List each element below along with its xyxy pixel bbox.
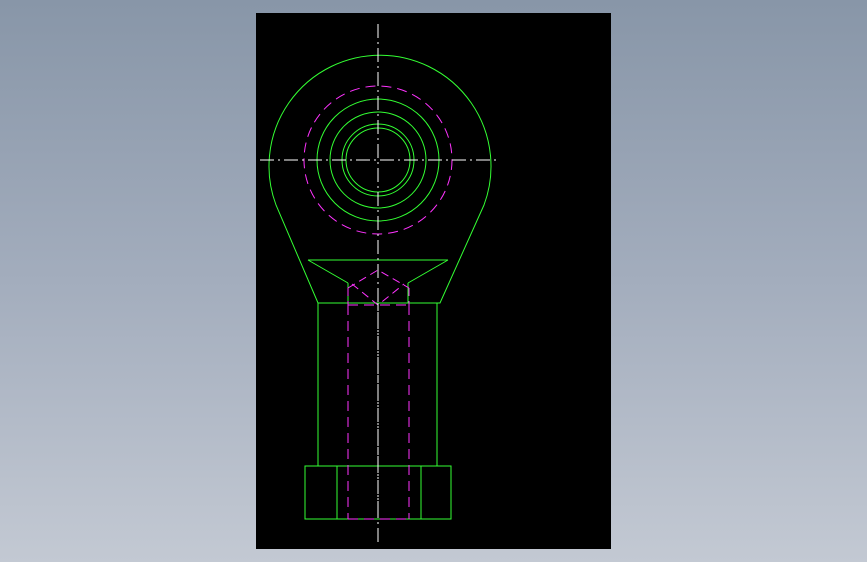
rod-end-drawing bbox=[260, 24, 496, 546]
bore-inner bbox=[345, 127, 411, 193]
neck-line-left bbox=[307, 259, 349, 284]
head-outline bbox=[268, 54, 492, 304]
cad-viewport[interactable] bbox=[256, 13, 611, 549]
ball-outer bbox=[341, 123, 415, 197]
neck-line-right bbox=[407, 259, 449, 284]
